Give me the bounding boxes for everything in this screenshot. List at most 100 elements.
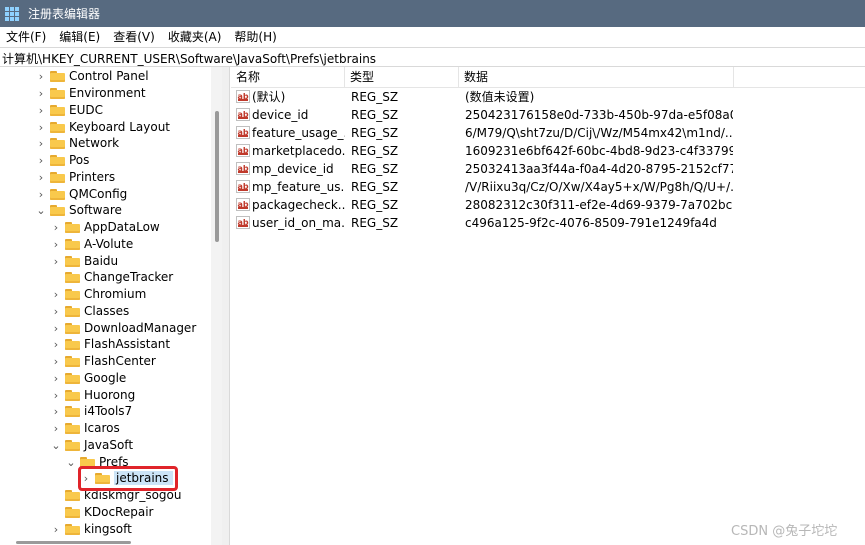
value-row[interactable]: ab device_id REG_SZ 250423176158e0d-733b… xyxy=(231,106,865,124)
values-list[interactable]: 名称 类型 数据 ab (默认) REG_SZ (数值未设置) ab devic… xyxy=(231,67,865,545)
value-data: 25032413aa3f44a-f0a4-4d20-8795-2152cf778… xyxy=(465,162,733,176)
chevron-right-icon[interactable]: › xyxy=(36,103,46,117)
pane-splitter[interactable] xyxy=(222,67,230,545)
folder-icon xyxy=(50,70,65,82)
value-data: (数值未设置) xyxy=(465,90,535,104)
tree-item-kingsoft[interactable]: › kingsoft xyxy=(51,521,132,537)
column-header-data[interactable]: 数据 xyxy=(459,67,734,88)
value-row[interactable]: ab mp_device_id REG_SZ 25032413aa3f44a-f… xyxy=(231,160,865,178)
folder-icon xyxy=(50,87,65,99)
chevron-right-icon[interactable]: › xyxy=(36,187,46,201)
tree-item-software[interactable]: ⌄ Software xyxy=(36,202,122,218)
value-row[interactable]: ab feature_usage_... REG_SZ 6/M79/Q\sht7… xyxy=(231,124,865,142)
value-row[interactable]: ab marketplacedo... REG_SZ 1609231e6bf64… xyxy=(231,142,865,160)
chevron-right-icon[interactable]: › xyxy=(51,421,61,435)
chevron-right-icon[interactable]: › xyxy=(51,337,61,351)
chevron-right-icon[interactable]: › xyxy=(36,170,46,184)
tree-item-label: Network xyxy=(69,136,120,150)
chevron-right-icon[interactable]: › xyxy=(51,254,61,268)
column-header-name[interactable]: 名称 xyxy=(231,67,345,88)
tree-item-chromium[interactable]: › Chromium xyxy=(51,286,147,302)
value-data: 250423176158e0d-733b-450b-97da-e5f08a0..… xyxy=(465,108,733,122)
chevron-right-icon[interactable]: › xyxy=(51,371,61,385)
tree-horizontal-scrollbar-thumb[interactable] xyxy=(16,541,131,544)
menu-help[interactable]: 帮助(H) xyxy=(228,27,283,47)
chevron-right-icon[interactable]: › xyxy=(36,153,46,167)
tree-item-label: FlashCenter xyxy=(84,354,156,368)
folder-icon xyxy=(50,204,65,216)
string-value-icon: ab xyxy=(236,198,250,211)
value-data: 6/M79/Q\sht7zu/D/Cij\/Wz/M54mx42\m1nd/..… xyxy=(465,126,733,140)
tree-item-classes[interactable]: › Classes xyxy=(51,303,129,319)
tree-item-javasoft[interactable]: ⌄ JavaSoft xyxy=(51,437,133,453)
tree-item-label: Baidu xyxy=(84,254,119,268)
value-name: mp_device_id xyxy=(252,162,334,176)
menu-view[interactable]: 查看(V) xyxy=(107,27,162,47)
value-row[interactable]: ab mp_feature_us... REG_SZ /V/Riixu3q/Cz… xyxy=(231,178,865,196)
tree-item-baidu[interactable]: › Baidu xyxy=(51,253,118,269)
tree-item-icaros[interactable]: › Icaros xyxy=(51,420,120,436)
value-row[interactable]: ab packagecheck... REG_SZ 28082312c30f31… xyxy=(231,196,865,214)
value-type: REG_SZ xyxy=(351,198,399,212)
tree-item-appdatalow[interactable]: › AppDataLow xyxy=(51,219,160,235)
chevron-right-icon[interactable]: › xyxy=(36,120,46,134)
tree-item-pos[interactable]: › Pos xyxy=(36,152,90,168)
value-type: REG_SZ xyxy=(351,180,399,194)
chevron-right-icon[interactable]: › xyxy=(51,304,61,318)
chevron-right-icon[interactable]: › xyxy=(36,136,46,150)
address-bar[interactable]: 计算机\HKEY_CURRENT_USER\Software\JavaSoft\… xyxy=(0,47,865,67)
tree-item-label: Environment xyxy=(69,86,146,100)
value-data: 28082312c30f311-ef2e-4d69-9379-7a702bc7.… xyxy=(465,198,733,212)
tree-item-flashassistant[interactable]: › FlashAssistant xyxy=(51,336,170,352)
tree-item-label: Pos xyxy=(69,153,90,167)
tree-item-google[interactable]: › Google xyxy=(51,370,127,386)
tree-item-a-volute[interactable]: › A-Volute xyxy=(51,236,133,252)
value-name: mp_feature_us... xyxy=(252,180,345,194)
chevron-right-icon[interactable]: › xyxy=(51,321,61,335)
chevron-right-icon[interactable]: › xyxy=(51,237,61,251)
folder-icon xyxy=(65,322,80,334)
tree-item-huorong[interactable]: › Huorong xyxy=(51,387,135,403)
chevron-down-icon[interactable]: ⌄ xyxy=(66,455,76,469)
chevron-right-icon[interactable]: › xyxy=(36,69,46,83)
menu-file[interactable]: 文件(F) xyxy=(0,27,53,47)
tree-item-label: ChangeTracker xyxy=(84,270,174,284)
tree-item-environment[interactable]: › Environment xyxy=(36,85,146,101)
chevron-right-icon[interactable]: › xyxy=(51,354,61,368)
tree-item-label: A-Volute xyxy=(84,237,134,251)
folder-icon xyxy=(65,271,80,283)
tree-item-label: QMConfig xyxy=(69,187,128,201)
address-path[interactable]: 计算机\HKEY_CURRENT_USER\Software\JavaSoft\… xyxy=(2,50,376,67)
chevron-right-icon[interactable]: › xyxy=(51,287,61,301)
string-value-icon: ab xyxy=(236,144,250,157)
tree-item-changetracker[interactable]: ChangeTracker xyxy=(51,269,173,285)
value-type: REG_SZ xyxy=(351,108,399,122)
value-row[interactable]: ab (默认) REG_SZ (数值未设置) xyxy=(231,88,865,106)
column-header-type[interactable]: 类型 xyxy=(345,67,459,88)
chevron-down-icon[interactable]: ⌄ xyxy=(36,203,46,217)
tree-item-kdocrepair[interactable]: KDocRepair xyxy=(51,504,153,520)
folder-icon xyxy=(50,188,65,200)
tree-item-label: Control Panel xyxy=(69,69,149,83)
tree-item-qmconfig[interactable]: › QMConfig xyxy=(36,186,128,202)
tree-item-control-panel[interactable]: › Control Panel xyxy=(36,68,149,84)
menu-edit[interactable]: 编辑(E) xyxy=(53,27,107,47)
tree-item-printers[interactable]: › Printers xyxy=(36,169,115,185)
tree-item-keyboard-layout[interactable]: › Keyboard Layout xyxy=(36,119,170,135)
chevron-right-icon[interactable]: › xyxy=(36,86,46,100)
tree-item-downloadmanager[interactable]: › DownloadManager xyxy=(51,320,196,336)
chevron-right-icon[interactable]: › xyxy=(51,522,61,536)
chevron-down-icon[interactable]: ⌄ xyxy=(51,438,61,452)
folder-icon xyxy=(65,338,80,350)
tree-item-network[interactable]: › Network xyxy=(36,135,119,151)
chevron-right-icon[interactable]: › xyxy=(51,388,61,402)
tree-item-i4tools7[interactable]: › i4Tools7 xyxy=(51,403,132,419)
tree-item-flashcenter[interactable]: › FlashCenter xyxy=(51,353,156,369)
string-value-icon: ab xyxy=(236,126,250,139)
tree-scrollbar-thumb[interactable] xyxy=(215,111,219,242)
value-row[interactable]: ab user_id_on_ma... REG_SZ c496a125-9f2c… xyxy=(231,214,865,232)
menu-favorites[interactable]: 收藏夹(A) xyxy=(162,27,229,47)
chevron-right-icon[interactable]: › xyxy=(51,220,61,234)
tree-item-eudc[interactable]: › EUDC xyxy=(36,102,103,118)
chevron-right-icon[interactable]: › xyxy=(51,404,61,418)
